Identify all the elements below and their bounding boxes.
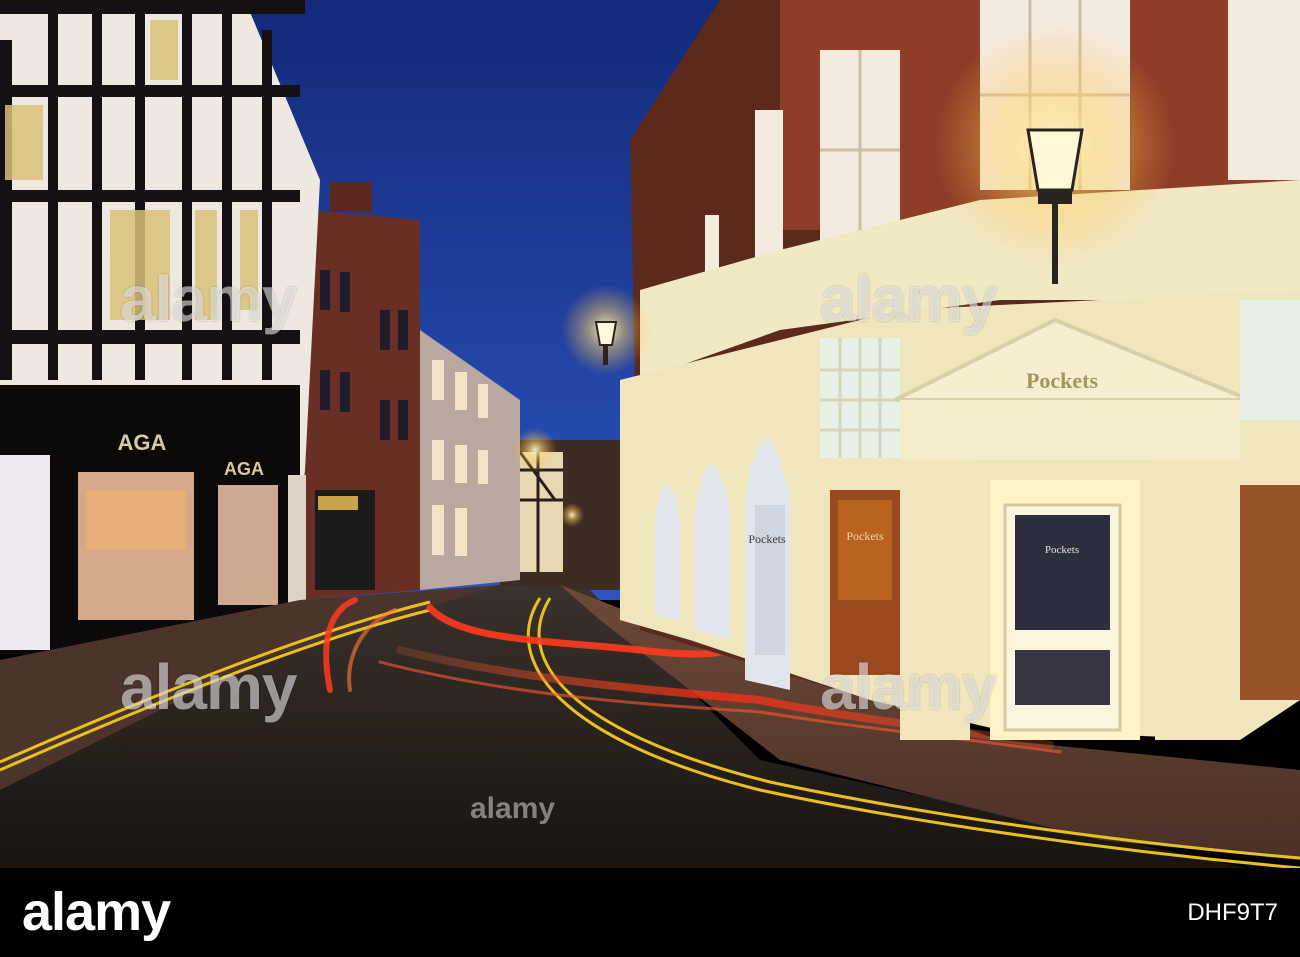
pockets-window-sign-2: Pockets (846, 529, 884, 543)
watermark: alamy (120, 263, 297, 335)
pockets-window-sign-1: Pockets (748, 532, 786, 546)
footer-bar (0, 868, 1300, 957)
pockets-pediment-sign: Pockets (1026, 368, 1099, 393)
watermark-small: alamy (470, 792, 556, 825)
aga-fascia-sign-2: AGA (224, 459, 264, 479)
watermark: alamy (120, 651, 297, 723)
watermark: alamy (820, 651, 997, 723)
pockets-door-sign: Pockets (1045, 544, 1079, 556)
image-id-label: DHF9T7 (1187, 899, 1278, 926)
street-photo: Pockets Pockets Pockets Pockets AGA AGA (0, 0, 1300, 868)
photo-stage: Pockets Pockets Pockets Pockets AGA AGA … (0, 0, 1300, 957)
footer-logo: alamy (22, 882, 171, 942)
watermark: alamy (820, 263, 997, 335)
aga-fascia-sign-1: AGA (118, 430, 167, 455)
